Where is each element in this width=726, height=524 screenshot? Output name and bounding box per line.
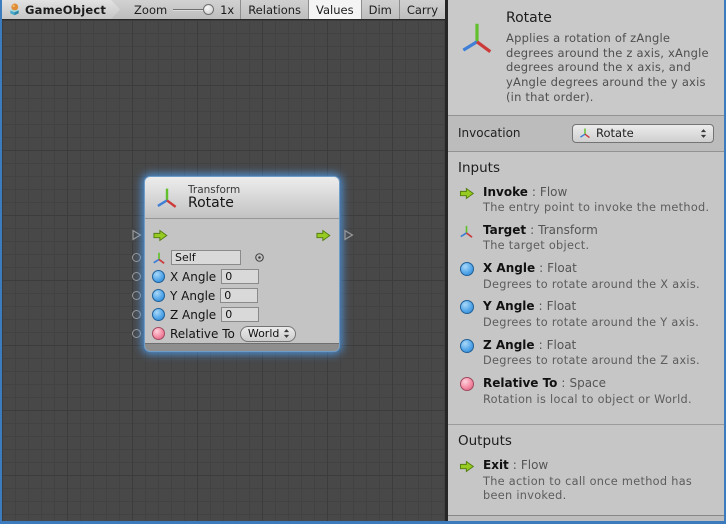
invocation-dropdown[interactable]: Rotate	[572, 124, 714, 143]
y-angle-field[interactable]	[220, 288, 258, 303]
node-title: Rotate	[188, 196, 240, 211]
y-angle-port[interactable]	[132, 291, 141, 300]
object-picker-icon[interactable]	[254, 252, 265, 263]
flow-input-port[interactable]	[130, 228, 143, 242]
invocation-value: Rotate	[596, 126, 695, 140]
target-port[interactable]	[132, 253, 141, 262]
tab-relations[interactable]: Relations	[240, 0, 308, 19]
outputs-header: Outputs	[458, 433, 714, 449]
tab-carry[interactable]: Carry	[399, 0, 445, 19]
graph-canvas[interactable]: Transform Rotate	[2, 20, 445, 521]
flow-arrow-icon	[458, 459, 475, 474]
zoom-slider[interactable]	[173, 4, 212, 16]
tab-values[interactable]: Values	[308, 0, 361, 19]
transform-axes-icon	[458, 17, 496, 105]
zoom-label: Zoom	[134, 3, 167, 17]
y-angle-label: Y Angle	[170, 289, 215, 303]
gameobject-icon	[8, 3, 21, 16]
dropdown-spinner-icon	[283, 328, 290, 339]
inputs-header: Inputs	[458, 160, 714, 176]
port-doc-exit: Exit:Flow The action to call once method…	[458, 458, 714, 504]
node-output-ports	[339, 177, 357, 351]
port-doc-x-angle: X Angle:Float Degrees to rotate around t…	[458, 261, 714, 292]
node-body: X Angle Y Angle Z Angle	[145, 219, 339, 343]
tab-dim[interactable]: Dim	[361, 0, 399, 19]
x-angle-field[interactable]	[221, 269, 259, 284]
rotate-node[interactable]: Transform Rotate	[145, 177, 339, 351]
unit-description: Applies a rotation of zAngle degrees aro…	[506, 31, 718, 105]
port-doc-invoke: Invoke:Flow The entry point to invoke th…	[458, 185, 714, 216]
bolt-graph-window: GameObject Zoom 1x Relations Values Dim …	[0, 0, 726, 524]
port-doc-y-angle: Y Angle:Float Degrees to rotate around t…	[458, 299, 714, 330]
graph-area: GameObject Zoom 1x Relations Values Dim …	[2, 0, 448, 521]
invoke-flow-arrow-icon[interactable]	[152, 228, 169, 243]
flow-arrow-icon	[458, 186, 475, 201]
invocation-label: Invocation	[458, 126, 521, 140]
z-angle-field[interactable]	[221, 307, 259, 322]
unit-doc-header: Rotate Applies a rotation of zAngle degr…	[448, 0, 724, 116]
float-port-icon	[152, 289, 165, 302]
graph-toolbar: GameObject Zoom 1x Relations Values Dim …	[2, 0, 445, 20]
port-doc-z-angle: Z Angle:Float Degrees to rotate around t…	[458, 338, 714, 369]
relative-to-dropdown[interactable]: World	[240, 326, 297, 342]
zoom-value: 1x	[220, 3, 234, 17]
breadcrumb-gameobject[interactable]: GameObject	[2, 0, 120, 19]
x-angle-label: X Angle	[170, 270, 216, 284]
inspector-panel: Rotate Applies a rotation of zAngle degr…	[448, 0, 724, 521]
node-footer	[145, 343, 339, 351]
relative-to-port[interactable]	[132, 329, 141, 338]
z-angle-label: Z Angle	[170, 308, 216, 322]
space-port-icon	[152, 327, 165, 340]
transform-axes-icon	[579, 127, 591, 139]
relative-to-label: Relative To	[170, 327, 235, 341]
rotate-node-header[interactable]: Transform Rotate	[145, 177, 339, 219]
exit-flow-arrow-icon[interactable]	[315, 228, 332, 243]
inputs-section: Inputs Invoke:Flow The entry point to in…	[448, 152, 724, 426]
target-self-field[interactable]	[171, 250, 241, 265]
port-doc-relative-to: Relative To:Space Rotation is local to o…	[458, 376, 714, 407]
port-doc-target: Target:Transform The target object.	[458, 223, 714, 254]
float-port-icon	[458, 262, 475, 276]
space-port-icon	[458, 377, 475, 391]
dropdown-spinner-icon	[700, 128, 707, 139]
float-port-icon	[152, 270, 165, 283]
z-angle-port[interactable]	[132, 310, 141, 319]
relative-to-value: World	[248, 327, 280, 340]
rotate-node-group: Transform Rotate	[127, 177, 357, 351]
zoom-slider-handle[interactable]	[203, 4, 214, 15]
flow-output-port[interactable]	[342, 228, 355, 242]
warning-bar: Unit is never entered.	[448, 515, 724, 521]
transform-axes-icon	[152, 251, 166, 265]
node-input-ports	[127, 177, 145, 351]
invocation-row: Invocation Rotate	[448, 116, 724, 152]
breadcrumb-label: GameObject	[25, 3, 106, 17]
float-port-icon	[458, 339, 475, 353]
transform-axes-icon	[458, 224, 475, 239]
x-angle-port[interactable]	[132, 272, 141, 281]
unit-title: Rotate	[506, 10, 718, 26]
float-port-icon	[152, 308, 165, 321]
outputs-section: Outputs Exit:Flow The action to call onc…	[448, 425, 724, 515]
view-tabs: Relations Values Dim Carry	[240, 0, 445, 19]
transform-axes-icon	[155, 185, 179, 211]
float-port-icon	[458, 300, 475, 314]
